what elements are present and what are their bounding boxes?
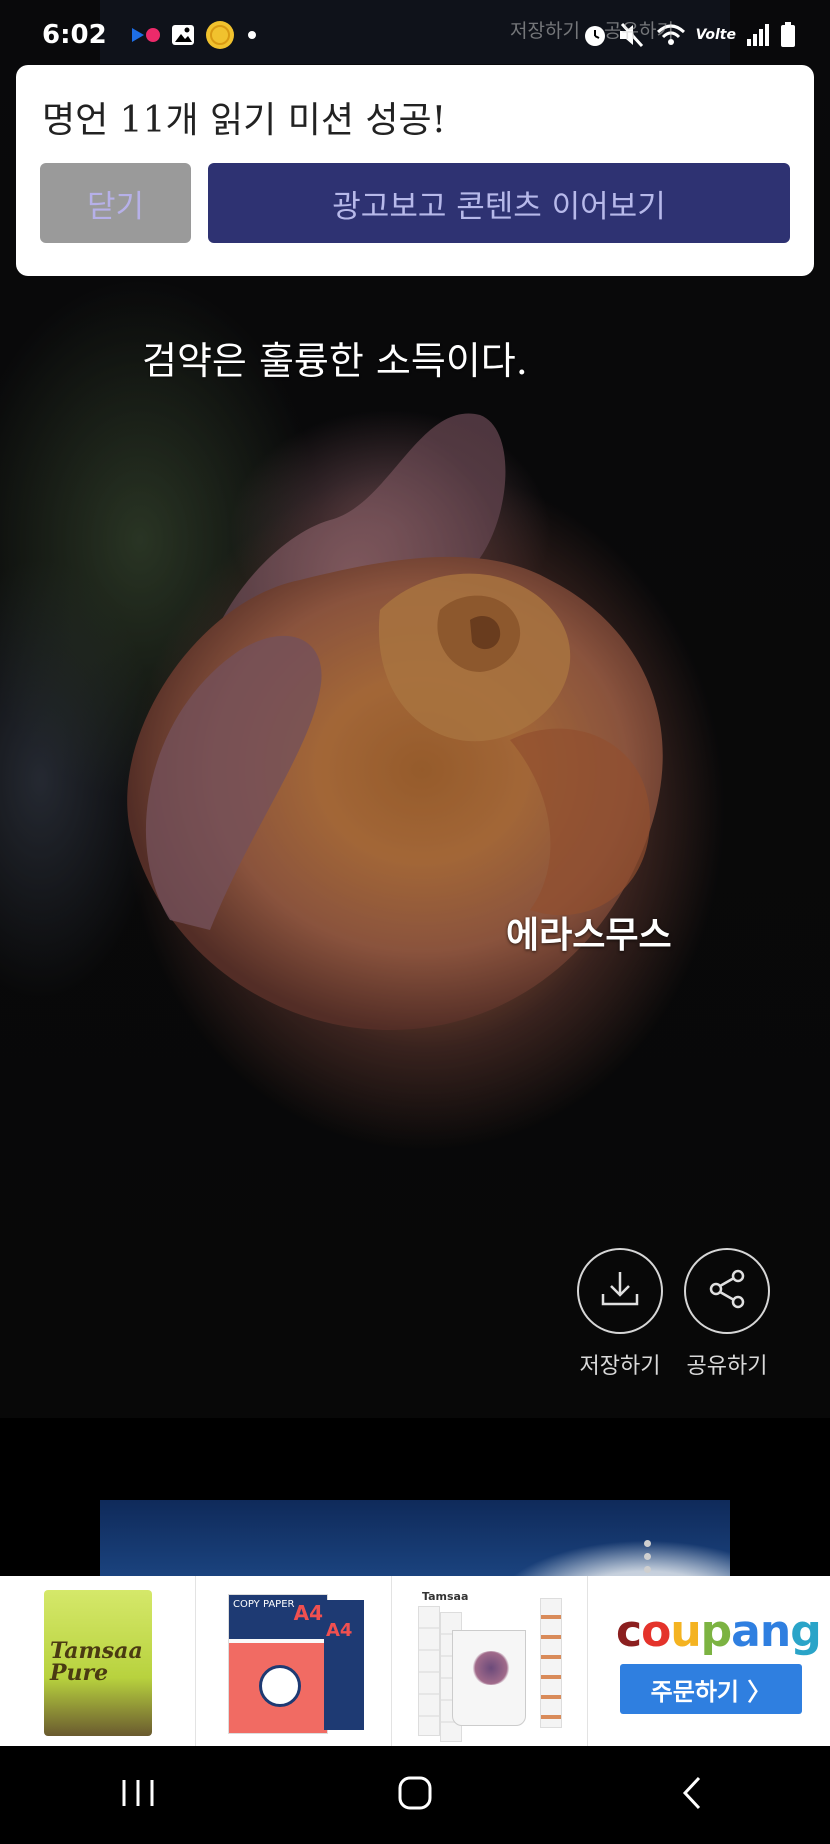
paper-cups-image: Tamsaa [412,1590,572,1742]
dialog-title: 명언 11개 읽기 미션 성공! [42,100,447,141]
ad-product-paper[interactable]: COPY PAPER A4 A4 [196,1576,392,1746]
home-button[interactable] [355,1755,475,1835]
navigation-bar [0,1746,830,1844]
coupang-letter: g [790,1606,821,1657]
status-bar: 6:02 저장하기 공유하기 Volte [0,0,830,70]
battery-icon [780,22,796,48]
ghost-share-label: 공유하기 [604,20,674,42]
coupang-letter: a [731,1606,761,1657]
order-button[interactable]: 주문하기 〉 [620,1664,802,1714]
media-app-icon [131,26,161,44]
quote-text: 검약은 훌륭한 소득이다. [142,339,528,383]
watch-ad-continue-button[interactable]: 광고보고 콘텐츠 이어보기 [208,163,790,243]
more-options-icon[interactable] [644,1540,652,1579]
cloud-image [490,1540,730,1580]
cups-brand: Tamsaa [422,1590,469,1603]
recent-apps-icon [118,1776,158,1814]
coupang-logo: coupang [616,1606,822,1657]
tissue-box-image: Tamsaa Pure [44,1590,152,1736]
quote-author: 에라스무스 [506,915,672,956]
gallery-icon [171,23,195,47]
share-button[interactable]: 공유하기 [684,1248,770,1379]
recent-apps-button[interactable] [78,1755,198,1835]
volte-label: Volte [695,27,736,43]
paper-size-side: A4 [326,1620,353,1641]
dot-icon [245,28,259,42]
coupang-letter: p [700,1606,732,1657]
coupang-letter: u [670,1606,701,1657]
share-icon [704,1266,750,1316]
coupang-letter: n [759,1606,791,1657]
save-circle[interactable] [577,1248,663,1334]
ghost-save-label: 저장하기 [510,20,580,42]
save-button[interactable]: 저장하기 [577,1248,663,1379]
status-time: 6:02 [42,20,107,50]
coin-icon [205,20,235,50]
home-icon [397,1775,433,1815]
signal-icon [746,23,770,47]
next-quote-card[interactable] [100,1500,730,1580]
share-label: 공유하기 [686,1354,768,1379]
ad-product-tissue[interactable]: Tamsaa Pure [0,1576,196,1746]
close-button[interactable]: 닫기 [40,163,191,243]
ad-banner[interactable]: Tamsaa Pure COPY PAPER A4 A4 Tamsaa coupa… [0,1576,830,1746]
coupang-letter: c [616,1606,642,1657]
back-button[interactable] [632,1755,752,1835]
back-icon [679,1774,705,1816]
coupang-letter: o [641,1606,671,1657]
ad-product-cups[interactable]: Tamsaa [392,1576,588,1746]
product-name-line2: Pure [50,1660,109,1686]
download-icon [597,1266,643,1316]
coupang-brand[interactable]: coupang 주문하기 〉 [588,1576,830,1746]
paper-size: A4 [293,1601,323,1625]
copy-paper-image: COPY PAPER A4 A4 [214,1586,364,1738]
mission-dialog: 명언 11개 읽기 미션 성공! 닫기 광고보고 콘텐츠 이어보기 [16,65,814,276]
share-circle[interactable] [684,1248,770,1334]
